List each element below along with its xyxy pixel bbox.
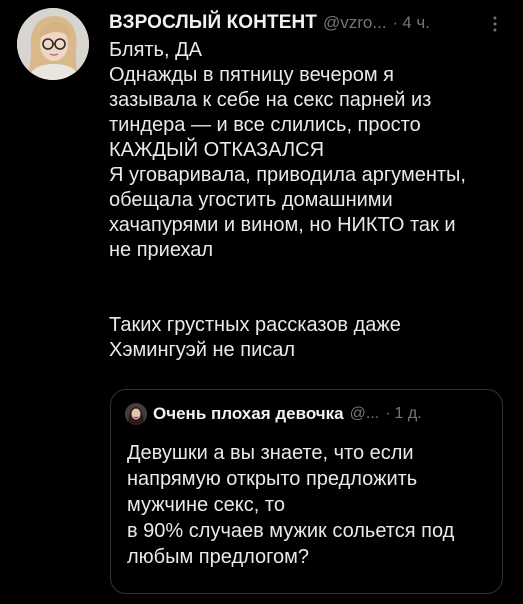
tweet-text-line: обещала угостить домашними xyxy=(109,189,393,211)
quoted-tweet-timestamp: 1 д. xyxy=(394,405,422,422)
tweet-text-line: тиндера — и все слились, просто xyxy=(109,114,421,136)
quoted-text-line: в 90% случаев мужик сольется под xyxy=(127,520,455,542)
author-avatar[interactable] xyxy=(17,8,89,80)
quoted-author-avatar-image xyxy=(125,403,147,425)
author-name[interactable]: ВЗРОСЛЫЙ КОНТЕНТ xyxy=(109,11,317,35)
tweet-text-line: КАЖДЫЙ ОТКАЗАЛСЯ xyxy=(109,139,325,161)
tweet-text-line: Таких грустных рассказов даже xyxy=(109,314,401,336)
author-avatar-image xyxy=(17,8,89,80)
quoted-author-avatar[interactable] xyxy=(125,403,147,425)
quoted-author-handle: @... xyxy=(349,405,380,422)
quoted-tweet-text: Девушки а вы знаете, что если напрямую о… xyxy=(127,440,497,570)
tweet-text: Блять, ДА Однажды в пятницу вечером я за… xyxy=(109,38,519,363)
tweet[interactable]: ВЗРОСЛЫЙ КОНТЕНТ @vzro... · 4 ч. Блять, … xyxy=(0,0,523,604)
quoted-tweet[interactable]: Очень плохая девочка @... · 1 д. Девушки… xyxy=(110,389,503,594)
tweet-header: ВЗРОСЛЫЙ КОНТЕНТ @vzro... · 4 ч. xyxy=(109,11,513,35)
quoted-text-line: Девушки а вы знаете, что если xyxy=(127,442,414,464)
quoted-text-line: напрямую открыто предложить xyxy=(127,468,418,490)
quoted-author-name: Очень плохая девочка xyxy=(153,404,344,423)
tweet-text-line: Я уговаривала, приводила аргументы, xyxy=(109,164,466,186)
tweet-text-line: Однажды в пятницу вечером я xyxy=(109,64,394,86)
tweet-text-line: зазывала к себе на секс парней из xyxy=(109,89,432,111)
tweet-text-line: не приехал xyxy=(109,239,214,261)
separator-dot: · xyxy=(392,13,399,32)
tweet-text-line: Хэмингуэй не писал xyxy=(109,339,296,361)
author-handle[interactable]: @vzro... xyxy=(323,11,387,35)
tweet-timestamp[interactable]: 4 ч. xyxy=(402,11,430,35)
quoted-text-line: мужчине секс, то xyxy=(127,494,285,516)
more-vertical-icon[interactable] xyxy=(487,14,503,34)
quoted-text-line: любым предлогом? xyxy=(127,546,309,568)
quoted-tweet-header: Очень плохая девочка @... · 1 д. xyxy=(125,403,492,425)
tweet-text-line: Блять, ДА xyxy=(109,39,202,61)
separator-dot: · xyxy=(385,405,391,422)
tweet-text-line: хачапурями и вином, но НИКТО так и xyxy=(109,214,456,236)
